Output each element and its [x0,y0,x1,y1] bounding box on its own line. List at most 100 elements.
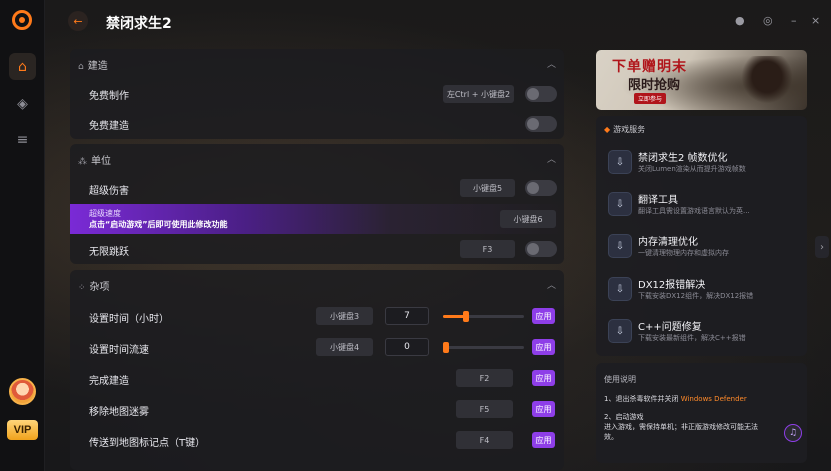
time-speed-slider-knob[interactable] [443,342,449,353]
usage-step-2-title: 2、启动游戏 [604,413,644,421]
time-speed-value-input[interactable]: 0 [385,338,429,356]
banner-title: 下单赠明末 [612,59,687,75]
collapse-chevron-icon[interactable]: ︿ [547,152,556,165]
hotkey-finish-build[interactable]: F2 [456,369,513,387]
service-title: DX12报错解决 [638,280,706,291]
toggle-free-craft[interactable] [525,86,557,102]
set-time-slider-knob[interactable] [462,311,469,322]
service-title: 翻译工具 [638,195,678,206]
collapse-chevron-icon[interactable]: ︿ [547,278,556,291]
service-desc: 一键清理物理内存和虚拟内存 [638,249,729,257]
avatar[interactable] [9,378,36,405]
services-icon: ◆ [604,125,611,134]
expand-panel-button[interactable]: › [815,236,829,258]
usage-title: 使用说明 [604,375,636,384]
service-desc: 关闭Lumen渲染从而提升游戏帧数 [638,165,746,173]
refresh-icon[interactable]: ◎ [763,14,773,27]
download-icon: ⇩ [608,192,632,216]
windows-defender-link[interactable]: Windows Defender [681,395,747,403]
row-label-set-time: 设置时间（小时） [89,314,169,325]
support-headset-button[interactable]: ♫ [784,424,802,442]
collapse-chevron-icon[interactable]: ︿ [547,57,556,70]
download-icon: ⇩ [608,150,632,174]
download-icon: ⇩ [608,319,632,343]
panel-misc: ⁘ 杂项 ︿ 设置时间（小时） 小键盘3 7 应用 设置时间流速 小键盘4 0 应… [70,270,564,470]
unit-icon: ⁂ [78,157,87,167]
set-time-value-input[interactable]: 7 [385,307,429,325]
build-icon: ⌂ [78,62,84,72]
chevron-right-icon: › [820,241,824,253]
row-label-teleport: 传送到地图标记点（T键） [89,438,206,449]
launch-game-notice: 点击“启动游戏”后即可使用此修改功能 [89,220,228,229]
toggle-super-damage[interactable] [525,180,557,196]
top-bar: ← 禁闭求生2 ● ◎ – × [45,0,831,44]
service-title: 禁闭求生2 帧数优化 [638,153,728,164]
hotkey-teleport[interactable]: F4 [456,431,513,449]
apply-button-time-speed[interactable]: 应用 [532,339,555,355]
apply-button-remove-fog[interactable]: 应用 [532,401,555,417]
service-item[interactable]: ⇩ DX12报错解决 下载安装DX12组件，解决DX12报错 [608,273,798,309]
usage-instructions-panel: 使用说明 1、退出杀毒软件并关闭 Windows Defender 2、启动游戏… [596,363,807,463]
back-button[interactable]: ← [68,11,88,31]
left-rail: ⌂ ◈ ≡ VIP [0,0,45,471]
panel-misc-title: ⁘ 杂项 [78,282,110,293]
service-desc: 下载安装最新组件，解决C++报错 [638,334,746,342]
panel-unit-title: ⁂ 单位 [78,156,111,167]
hotkey-infinite-jump[interactable]: F3 [460,240,515,258]
apply-button-teleport[interactable]: 应用 [532,432,555,448]
page-title: 禁闭求生2 [106,16,172,32]
hotkey-remove-fog[interactable]: F5 [456,400,513,418]
download-icon: ⇩ [608,234,632,258]
download-icon: ⇩ [608,277,632,301]
banner-subtitle: 限时抢购 [628,78,681,93]
settings-icon[interactable]: ● [735,14,745,27]
service-desc: 翻译工具需设置游戏语言默认为英... [638,207,750,215]
misc-icon: ⁘ [78,283,86,293]
toggle-free-build[interactable] [525,116,557,132]
home-icon[interactable]: ⌂ [9,53,36,80]
hotkey-super-speed[interactable]: 小键盘6 [500,210,556,228]
service-title: C++问题修复 [638,322,702,333]
row-label-free-craft: 免费制作 [89,91,129,102]
banner-character-image [737,56,797,108]
service-item[interactable]: ⇩ 翻译工具 翻译工具需设置游戏语言默认为英... [608,188,798,224]
arrow-left-icon: ← [73,14,83,28]
game-services-panel: ◆ 游戏服务 ⇩ 禁闭求生2 帧数优化 关闭Lumen渲染从而提升游戏帧数 ⇩ 翻… [596,116,807,356]
apply-button-finish-build[interactable]: 应用 [532,370,555,386]
super-speed-row[interactable]: 超级速度 点击“启动游戏”后即可使用此修改功能 [70,204,564,234]
headset-icon: ♫ [788,428,798,438]
usage-step-1: 1、退出杀毒软件并关闭 Windows Defender [604,395,747,403]
hotkey-super-damage[interactable]: 小键盘5 [460,179,515,197]
vip-badge[interactable]: VIP [7,420,38,440]
row-label-time-speed: 设置时间流速 [89,345,149,356]
row-label-finish-build: 完成建造 [89,376,129,387]
apply-button-set-time[interactable]: 应用 [532,308,555,324]
minimize-icon[interactable]: – [791,14,797,27]
service-desc: 下载安装DX12组件，解决DX12报错 [638,292,754,300]
service-item[interactable]: ⇩ 内存清理优化 一键清理物理内存和虚拟内存 [608,230,798,266]
row-label-remove-fog: 移除地图迷雾 [89,407,149,418]
app-logo-icon [12,10,32,30]
services-title: ◆ 游戏服务 [604,125,646,134]
row-label-super-damage: 超级伤害 [89,186,129,197]
usage-step-2-text-cont: 效。 [604,433,618,441]
panel-unit: ⁂ 单位 ︿ 超级伤害 小键盘5 超级速度 点击“启动游戏”后即可使用此修改功能 … [70,144,564,264]
usage-step-2-text: 进入游戏，需保持单机；非正版游戏修改可能无法 [604,423,758,431]
time-speed-slider[interactable] [443,342,524,353]
database-icon[interactable]: ≡ [9,126,36,153]
service-item[interactable]: ⇩ C++问题修复 下载安装最新组件，解决C++报错 [608,315,798,351]
toggle-infinite-jump[interactable] [525,241,557,257]
set-time-slider[interactable] [443,311,524,322]
row-label-free-build: 免费建造 [89,121,129,132]
banner-tag: 立即参与 [634,93,667,104]
hotkey-free-craft[interactable]: 左Ctrl + 小键盘2 [443,85,514,103]
gamepad-icon[interactable]: ◈ [9,90,36,117]
service-item[interactable]: ⇩ 禁闭求生2 帧数优化 关闭Lumen渲染从而提升游戏帧数 [608,146,798,182]
close-icon[interactable]: × [811,14,820,27]
hotkey-set-time[interactable]: 小键盘3 [316,307,373,325]
row-label-infinite-jump: 无限跳跃 [89,247,129,258]
hotkey-time-speed[interactable]: 小键盘4 [316,338,373,356]
promo-banner[interactable]: 下单赠明末 限时抢购 立即参与 [596,50,807,110]
panel-build: ⌂ 建造 ︿ 免费制作 左Ctrl + 小键盘2 免费建造 [70,49,564,139]
row-label-super-speed: 超级速度 [89,209,121,218]
